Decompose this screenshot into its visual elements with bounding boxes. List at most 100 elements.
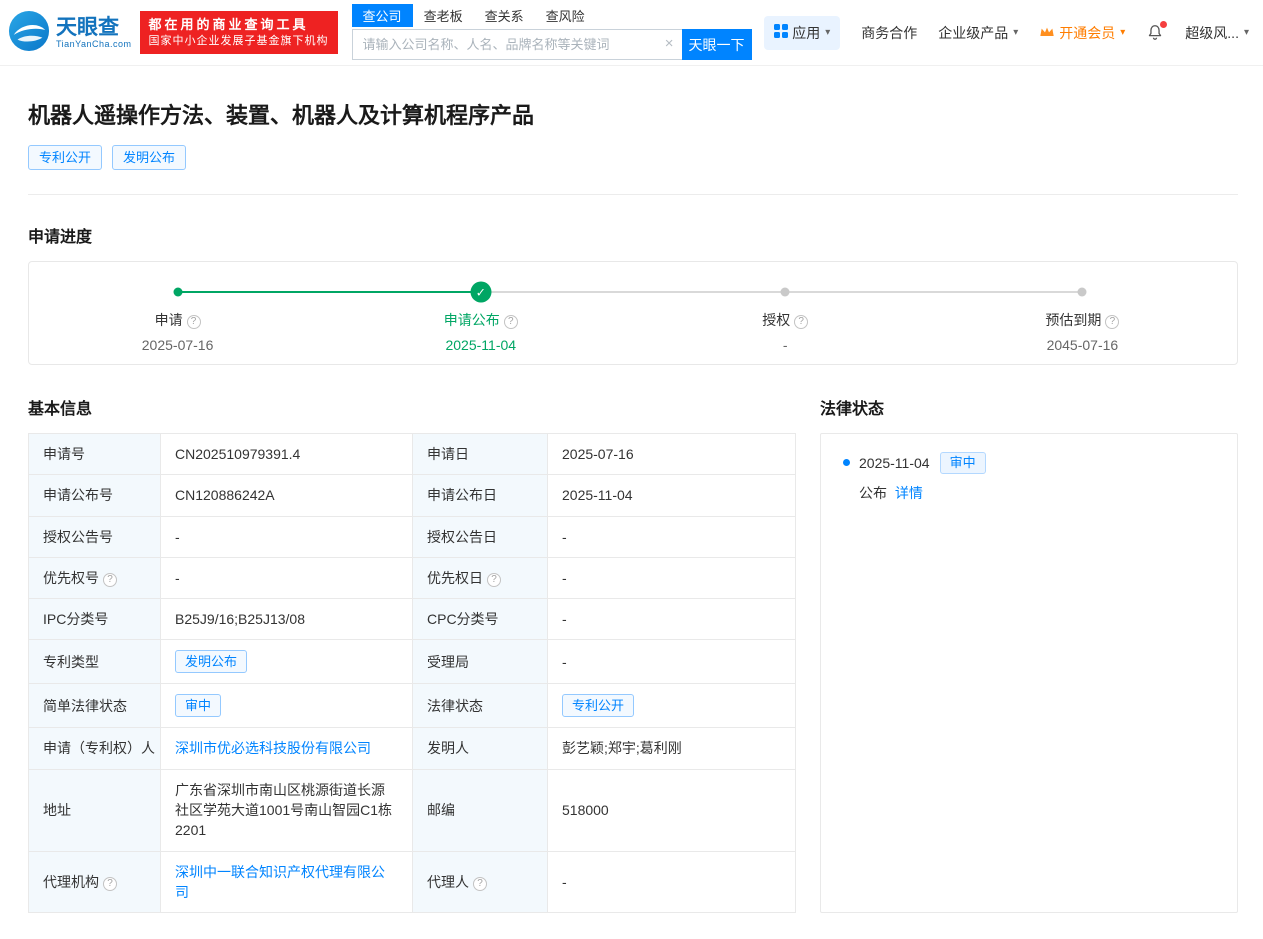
search-clear-icon[interactable]: × bbox=[665, 35, 674, 53]
main-content: 机器人遥操作方法、装置、机器人及计算机程序产品 专利公开 发明公布 申请进度 ✓ bbox=[0, 66, 1263, 939]
timeline-step-grant: 授权? - bbox=[685, 310, 885, 353]
patent-type-tag: 发明公布 bbox=[175, 650, 248, 674]
timeline-step-apply: 申请? 2025-07-16 bbox=[78, 310, 278, 353]
row-label: 申请日 bbox=[412, 432, 548, 476]
applicant-cell: 深圳市优必选科技股份有限公司 bbox=[160, 727, 413, 770]
help-icon[interactable]: ? bbox=[503, 315, 518, 329]
step-expire-label: 预估到期 bbox=[1045, 312, 1102, 328]
legal-status-action: 公布 bbox=[859, 485, 887, 501]
legal-status-section: 法律状态 2025-11-04 审中 公布 详情 bbox=[820, 395, 1238, 914]
accepting-office: - bbox=[547, 639, 796, 685]
row-label: 代理机构? bbox=[28, 850, 161, 914]
help-icon[interactable]: ? bbox=[103, 876, 117, 891]
search-tab-risk[interactable]: 查风险 bbox=[535, 4, 596, 27]
step-publish-label: 申请公布 bbox=[443, 312, 500, 328]
legal-status-tag: 专利公开 bbox=[562, 694, 635, 718]
row-label: 受理局 bbox=[412, 639, 548, 685]
help-icon[interactable]: ? bbox=[103, 572, 117, 587]
row-label: 简单法律状态 bbox=[28, 683, 161, 729]
row-label: 申请（专利权）人 bbox=[28, 727, 161, 770]
apps-grid-icon bbox=[774, 24, 789, 41]
legal-status-item: 2025-11-04 审中 公布 详情 bbox=[841, 452, 1217, 503]
search-tab-boss[interactable]: 查老板 bbox=[413, 4, 474, 27]
legal-status-box: 2025-11-04 审中 公布 详情 bbox=[820, 433, 1238, 914]
legal-status-cell: 专利公开 bbox=[547, 683, 796, 729]
logo-text-en: TianYanCha.com bbox=[56, 38, 132, 49]
publication-date: 2025-11-04 bbox=[547, 474, 796, 517]
logo-text-cn: 天眼查 bbox=[56, 15, 119, 39]
crown-icon bbox=[1039, 25, 1055, 41]
row-label: 授权公告日 bbox=[412, 515, 548, 558]
help-icon[interactable]: ? bbox=[186, 315, 201, 329]
grant-date: - bbox=[547, 515, 796, 558]
application-progress-section: 申请进度 ✓ 申请? 2025-07-16 申请公布 ? 2025-11-04 … bbox=[28, 223, 1238, 365]
row-label: 地址 bbox=[28, 768, 161, 852]
tag-invention-publish: 发明公布 bbox=[112, 145, 187, 170]
row-label: 申请号 bbox=[28, 432, 161, 476]
row-label: 优先权号? bbox=[28, 556, 161, 600]
application-date: 2025-07-16 bbox=[547, 432, 796, 476]
timeline-node-apply bbox=[173, 287, 183, 297]
menu-business-cooperation[interactable]: 商务合作 bbox=[861, 23, 917, 43]
search-tab-company[interactable]: 查公司 bbox=[351, 4, 413, 27]
chevron-down-icon: ▾ bbox=[1120, 27, 1126, 38]
progress-timeline: ✓ 申请? 2025-07-16 申请公布? 2025-11-04 授权 ? -… bbox=[28, 261, 1238, 365]
step-expire-date: 2045-07-16 bbox=[1046, 337, 1119, 353]
address: 广东省深圳市南山区桃源街道长源社区学苑大道1001号南山智园C1栋2201 bbox=[160, 768, 413, 852]
table-row: 优先权号? - 优先权日? - bbox=[28, 556, 796, 600]
chevron-down-icon: ▾ bbox=[1243, 27, 1249, 38]
menu-vip-label: 开通会员 bbox=[1059, 24, 1116, 41]
check-icon: ✓ bbox=[470, 281, 492, 303]
row-label: 授权公告号 bbox=[28, 515, 161, 558]
row-label: 发明人 bbox=[412, 727, 548, 770]
table-row: IPC分类号 B25J9/16;B25J13/08 CPC分类号 - bbox=[28, 598, 796, 641]
menu-enterprise-products[interactable]: 企业级产品 ▾ bbox=[938, 23, 1018, 43]
help-icon[interactable]: ? bbox=[1105, 315, 1120, 329]
row-label: 申请公布日 bbox=[412, 474, 548, 517]
help-icon[interactable]: ? bbox=[794, 315, 809, 329]
search-input[interactable] bbox=[351, 29, 682, 60]
grant-number: - bbox=[160, 515, 413, 558]
priority-number: - bbox=[160, 556, 413, 600]
basic-info-section: 基本信息 申请号 CN202510979391.4 申请日 2025-07-16… bbox=[28, 395, 796, 914]
table-row: 地址 广东省深圳市南山区桃源街道长源社区学苑大道1001号南山智园C1栋2201… bbox=[28, 768, 796, 852]
table-row: 简单法律状态 审中 法律状态 专利公开 bbox=[28, 683, 796, 729]
help-icon[interactable]: ? bbox=[473, 876, 487, 891]
apps-menu[interactable]: 应用 ▾ bbox=[764, 15, 841, 50]
search-area: 查公司 查老板 查关系 查风险 × 天眼一下 bbox=[351, 4, 752, 60]
menu-open-vip[interactable]: 开通会员 ▾ bbox=[1039, 23, 1125, 43]
page-title: 机器人遥操作方法、装置、机器人及计算机程序产品 bbox=[28, 103, 535, 128]
apps-menu-label: 应用 bbox=[792, 24, 821, 41]
search-tabs: 查公司 查老板 查关系 查风险 bbox=[351, 4, 752, 27]
agency-link[interactable]: 深圳中一联合知识产权代理有限公司 bbox=[175, 864, 385, 900]
patent-type: 发明公布 bbox=[160, 639, 413, 685]
row-label: IPC分类号 bbox=[28, 598, 161, 641]
step-publish-date: 2025-11-04 bbox=[445, 337, 517, 353]
legal-status-title: 法律状态 bbox=[820, 401, 885, 418]
notification-bell-icon[interactable] bbox=[1146, 21, 1168, 42]
simple-legal-status-tag: 审中 bbox=[175, 694, 222, 718]
tianyancha-logo[interactable]: 天眼查 TianYanCha.com bbox=[8, 10, 132, 55]
help-icon[interactable]: ? bbox=[487, 572, 501, 587]
publication-number: CN120886242A bbox=[160, 474, 413, 517]
table-row: 申请公布号 CN120886242A 申请公布日 2025-11-04 bbox=[28, 474, 796, 517]
row-label: 专利类型 bbox=[28, 639, 161, 685]
timeline-node-publish: ✓ bbox=[470, 281, 492, 303]
applicant-link[interactable]: 深圳市优必选科技股份有限公司 bbox=[175, 740, 371, 756]
search-tab-relation[interactable]: 查关系 bbox=[474, 4, 535, 27]
table-row: 申请号 CN202510979391.4 申请日 2025-07-16 bbox=[28, 432, 796, 476]
step-grant-label: 授权 bbox=[762, 312, 791, 328]
menu-super-risk[interactable]: 超级风... ▾ bbox=[1185, 23, 1249, 43]
table-row: 代理机构? 深圳中一联合知识产权代理有限公司 代理人? - bbox=[28, 850, 796, 914]
menu-super-label: 超级风... bbox=[1185, 24, 1239, 41]
step-apply-date: 2025-07-16 bbox=[141, 337, 214, 353]
legal-status-detail-link[interactable]: 详情 bbox=[895, 485, 923, 501]
ipc-class: B25J9/16;B25J13/08 bbox=[160, 598, 413, 641]
row-label: CPC分类号 bbox=[412, 598, 548, 641]
promo-badge-line1: 都在用的商业查询工具 bbox=[148, 17, 309, 33]
basic-info-table: 申请号 CN202510979391.4 申请日 2025-07-16 申请公布… bbox=[28, 432, 796, 914]
title-section: 机器人遥操作方法、装置、机器人及计算机程序产品 专利公开 发明公布 bbox=[28, 66, 1238, 195]
simple-legal-status: 审中 bbox=[160, 683, 413, 729]
agent: - bbox=[547, 850, 796, 914]
search-button[interactable]: 天眼一下 bbox=[681, 29, 752, 60]
